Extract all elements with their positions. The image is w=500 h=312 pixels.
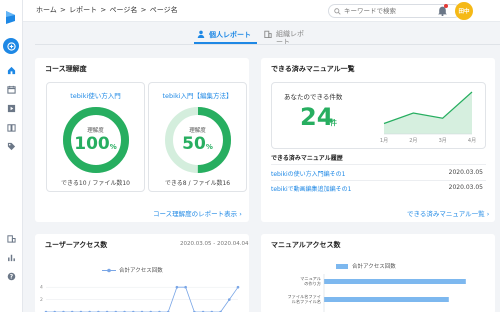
percent-value: 100 (74, 134, 110, 154)
user-access-title: ユーザーアクセス数 (45, 241, 108, 249)
completed-manuals-title: できる済みマニュアル一覧 (271, 65, 355, 73)
tab-label: 個人レポート (209, 31, 251, 39)
breadcrumb-separator: > (60, 6, 66, 14)
home-icon[interactable] (3, 62, 19, 78)
course-count: できる10 / ファイル数10 (61, 180, 130, 187)
legend-label: 合計アクセス回数 (352, 264, 396, 270)
course-box[interactable]: tebiki使い方入門 理解度 100% できる10 / ファイル数10 (46, 82, 145, 192)
count-unit: 件 (330, 119, 337, 127)
date-range: 2020.03.05 - 2020.04.04 (180, 241, 249, 247)
manual-access-chart: マニュアルの作り方ファイル名ファイル名ファイル名 (287, 274, 466, 312)
user-access-chart: 24 (40, 285, 240, 312)
x-tick-label: 1月 (380, 138, 388, 144)
course-report-link[interactable]: コース理解度のレポート表示 › (153, 208, 242, 218)
book-icon[interactable] (3, 119, 19, 135)
link-label: できる済みマニュアル一覧 (407, 210, 485, 218)
ring-label: 理解度 (87, 128, 104, 134)
completed-manuals-link[interactable]: できる済みマニュアル一覧 › (407, 208, 489, 218)
chart-legend: 合計アクセス回数 (102, 266, 163, 274)
y-tick-label: 2 (40, 297, 43, 303)
bar-chart-icon[interactable] (3, 249, 19, 265)
divider (271, 164, 486, 165)
y-tick-label: 4 (40, 285, 43, 291)
data-point (236, 285, 240, 289)
x-tick-label: 4月 (468, 138, 476, 144)
tab-personal-report[interactable]: 個人レポート (194, 30, 257, 44)
history-title-link[interactable]: tebikiで動画編集追加編その1 (271, 184, 351, 193)
x-tick-label: 2月 (409, 138, 417, 144)
category-label: マニュアルの作り方 (300, 276, 321, 287)
course-count: できる8 / ファイル数16 (164, 180, 231, 187)
percent-unit: % (205, 143, 213, 151)
person-icon (197, 30, 205, 38)
category-label: ファイル名ファイル名ファイル名 (287, 293, 321, 305)
bar (324, 279, 466, 284)
chart-legend: 合計アクセス回数 (336, 262, 396, 270)
breadcrumb-separator: > (100, 6, 107, 14)
manual-access-title: マニュアルアクセス数 (271, 241, 341, 249)
course-box[interactable]: tebiki入門【編集方法】 理解度 50% できる8 / ファイル数16 (148, 82, 247, 192)
breadcrumb-current: ページ名 (149, 6, 178, 14)
legend-label: 合計アクセス回数 (119, 268, 163, 274)
data-point (227, 298, 231, 301)
data-point (175, 285, 179, 289)
course-name[interactable]: tebiki使い方入門 (47, 90, 144, 100)
course-understanding-title: コース理解度 (45, 65, 87, 73)
ring-value: 100% (47, 134, 144, 154)
history-title-link[interactable]: tebikiの使い方入門編その1 (271, 169, 345, 178)
calendar-icon[interactable] (3, 81, 19, 97)
count-value: 24 (300, 103, 334, 131)
legend-swatch (336, 264, 348, 269)
search-icon (334, 8, 341, 15)
ring-value: 50% (149, 134, 246, 154)
sidebar: ? (0, 0, 23, 312)
percent-unit: % (109, 143, 117, 151)
notification-dot (444, 4, 448, 8)
avatar[interactable]: 田中 (455, 2, 473, 20)
percent-value: 50 (182, 134, 206, 154)
count-label: あなたのできる件数 (284, 93, 343, 101)
ring-label: 理解度 (189, 128, 206, 134)
history-date: 2020.03.05 (448, 184, 483, 191)
breadcrumb-page[interactable]: ページ名 (109, 6, 137, 14)
help-icon[interactable]: ? (3, 268, 19, 284)
course-name[interactable]: tebiki入門【編集方法】 (149, 90, 246, 100)
tebiki-logo-icon[interactable] (5, 10, 16, 25)
breadcrumb-report[interactable]: レポート (69, 6, 97, 14)
video-icon[interactable] (3, 100, 19, 116)
count-box: あなたのできる件数 24 件 1月 2月 3月 4月 (271, 82, 486, 149)
link-label: コース理解度のレポート表示 (153, 210, 238, 218)
history-date: 2020.03.05 (448, 169, 483, 176)
mini-area-chart: 1月 2月 3月 4月 (380, 91, 476, 144)
tag-icon[interactable] (3, 138, 19, 154)
breadcrumb-home[interactable]: ホーム (36, 6, 57, 14)
divider (271, 180, 486, 181)
building-icon (264, 30, 272, 38)
data-point (184, 285, 187, 289)
legend-line-icon (102, 268, 116, 273)
top-header: ホーム > レポート > ページ名 > ページ名 (23, 0, 500, 22)
area-fill (384, 92, 472, 134)
breadcrumb: ホーム > レポート > ページ名 > ページ名 (36, 5, 179, 15)
history-title: できる済みマニュアル履歴 (271, 155, 343, 162)
breadcrumb-separator: > (140, 6, 147, 14)
tab-divider (35, 44, 500, 45)
x-tick-label: 3月 (439, 138, 447, 144)
bar (324, 297, 449, 302)
building-icon[interactable] (3, 230, 19, 246)
add-icon[interactable] (3, 38, 19, 54)
